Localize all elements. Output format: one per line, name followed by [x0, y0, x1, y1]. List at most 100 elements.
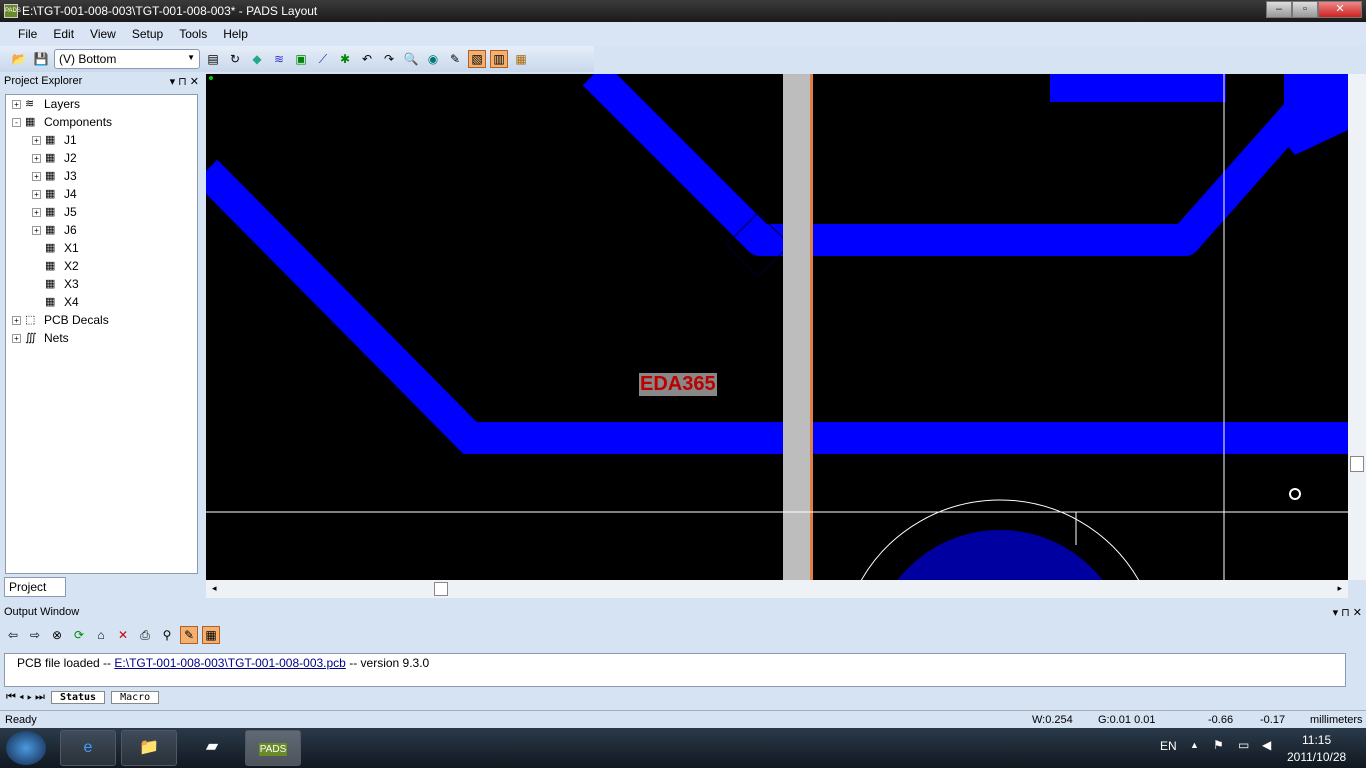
component-icon: ▦	[45, 188, 56, 200]
expand-toggle-icon[interactable]: +	[12, 315, 21, 325]
trace-icon[interactable]: ⟋	[314, 50, 332, 68]
layer-select[interactable]: (V) Bottom	[54, 49, 200, 69]
tree-item[interactable]: ▦ X4	[6, 293, 197, 311]
expand-toggle-icon[interactable]: +	[12, 333, 21, 343]
pcb-canvas[interactable]: EDA365	[206, 74, 1348, 580]
tab-status[interactable]: Status	[50, 691, 106, 704]
expand-toggle-icon[interactable]: +	[12, 99, 21, 109]
component-icon: ▦	[45, 206, 56, 218]
tree-item[interactable]: + ▦ J4	[6, 185, 197, 203]
tree-item[interactable]: + ▦ J1	[6, 131, 197, 149]
brush-icon[interactable]: ✎	[446, 50, 464, 68]
project-tab-label: Project	[9, 580, 47, 594]
tree-item-label: X1	[64, 241, 79, 255]
home-icon[interactable]: ⌂	[92, 626, 110, 644]
edit-icon[interactable]: ✎	[180, 626, 198, 644]
tree-item-label: J5	[64, 205, 77, 219]
undo-icon[interactable]: ↶	[358, 50, 376, 68]
tree-item[interactable]: + ▦ J3	[6, 167, 197, 185]
horizontal-scrollbar[interactable]: ◂ ▸	[206, 580, 1348, 598]
tree-item[interactable]: + ▦ J2	[6, 149, 197, 167]
folder-icon: ≋	[25, 98, 35, 110]
media-icon[interactable]: ▰	[184, 730, 240, 766]
project-explorer: Project Explorer ▾ ⊓ ✕ + ≋ Layers - ▦ Componen…	[0, 74, 203, 600]
menu-file[interactable]: File	[18, 27, 37, 41]
expand-toggle-icon[interactable]: +	[32, 153, 41, 163]
grid-icon[interactable]: ▦	[202, 626, 220, 644]
tree-item-label: J3	[64, 169, 77, 183]
delete-icon[interactable]: ✕	[114, 626, 132, 644]
stop-icon[interactable]: ⊗	[48, 626, 66, 644]
tree-item[interactable]: - ▦ Components	[6, 113, 197, 131]
menu-tools[interactable]: Tools	[179, 27, 207, 41]
taskbar: e 📁 ▰ PADS EN ▲ ⚑ ▭ ◀ 11:15 2011/10/28	[0, 728, 1366, 768]
route-icon[interactable]: ≋	[270, 50, 288, 68]
component-icon: ▦	[45, 224, 56, 236]
maximize-button[interactable]: ▫	[1292, 1, 1318, 18]
refresh-icon[interactable]: ↻	[226, 50, 244, 68]
tree-item[interactable]: + ∭ Nets	[6, 329, 197, 347]
network-icon[interactable]: ▭	[1238, 738, 1249, 752]
tree-item-label: J1	[64, 133, 77, 147]
zoom-icon[interactable]: 🔍	[402, 50, 420, 68]
pcb-drawing	[206, 74, 1348, 580]
panel-controls[interactable]: ▾ ⊓ ✕	[1333, 606, 1362, 619]
menu-view[interactable]: View	[90, 27, 116, 41]
menu-help[interactable]: Help	[223, 27, 248, 41]
tab-nav-icon[interactable]: ⏮ ◂ ▸ ⏭	[6, 691, 45, 704]
project-explorer-title: Project Explorer	[4, 75, 83, 87]
pads-taskbar-button[interactable]: PADS	[245, 730, 301, 766]
start-button[interactable]	[6, 731, 46, 765]
expand-toggle-icon[interactable]: +	[32, 189, 41, 199]
display-icon[interactable]: ◉	[424, 50, 442, 68]
tree-item[interactable]: + ⬚ PCB Decals	[6, 311, 197, 329]
minimize-button[interactable]: –	[1266, 1, 1292, 18]
language-indicator[interactable]: EN	[1160, 739, 1177, 753]
find-icon[interactable]: ⚲	[158, 626, 176, 644]
tree-item[interactable]: ▦ X2	[6, 257, 197, 275]
drafting-icon[interactable]: ▣	[292, 50, 310, 68]
save-icon[interactable]: 💾	[32, 50, 50, 68]
tab-project[interactable]: Project	[4, 577, 66, 597]
tree-item[interactable]: + ▦ J6	[6, 221, 197, 239]
pads-router-icon[interactable]: ▦	[512, 50, 530, 68]
volume-icon[interactable]: ◀	[1262, 738, 1271, 752]
redo-icon[interactable]: ↷	[380, 50, 398, 68]
tree-item[interactable]: ▦ X1	[6, 239, 197, 257]
output-window-toggle-icon[interactable]: ▥	[490, 50, 508, 68]
expand-toggle-icon[interactable]: +	[32, 225, 41, 235]
tree-item[interactable]: + ▦ J5	[6, 203, 197, 221]
pcb-file-link[interactable]: E:\TGT-001-008-003\TGT-001-008-003.pcb	[114, 656, 345, 670]
title-bar: PADS E:\TGT-001-008-003\TGT-001-008-003*…	[0, 0, 1366, 22]
tree-item[interactable]: + ≋ Layers	[6, 95, 197, 113]
component-icon[interactable]: ✱	[336, 50, 354, 68]
trace	[1050, 74, 1226, 102]
open-icon[interactable]: 📂	[10, 50, 28, 68]
trace	[206, 159, 783, 454]
vertical-scrollbar[interactable]	[1348, 74, 1366, 580]
expand-toggle-icon[interactable]: +	[32, 135, 41, 145]
expand-toggle-icon[interactable]: -	[12, 117, 21, 127]
flag-icon[interactable]: ⚑	[1213, 738, 1224, 752]
clock-date[interactable]: 2011/10/28	[1287, 750, 1346, 764]
panel-controls[interactable]: ▾ ⊓ ✕	[170, 75, 199, 89]
refresh-icon[interactable]: ⟳	[70, 626, 88, 644]
tab-macro[interactable]: Macro	[111, 691, 160, 704]
forward-icon[interactable]: ⇨	[26, 626, 44, 644]
ie-icon[interactable]: e	[60, 730, 116, 766]
design-toolbar-icon[interactable]: ◆	[248, 50, 266, 68]
project-explorer-toggle-icon[interactable]: ▧	[468, 50, 486, 68]
expand-toggle-icon[interactable]: +	[32, 171, 41, 181]
menu-setup[interactable]: Setup	[132, 27, 163, 41]
tray-expand-icon[interactable]: ▲	[1190, 740, 1199, 750]
status-x: -0.66	[1208, 714, 1234, 726]
tree-item[interactable]: ▦ X3	[6, 275, 197, 293]
print-icon[interactable]: ⎙	[136, 626, 154, 644]
back-icon[interactable]: ⇦	[4, 626, 22, 644]
close-button[interactable]: ✕	[1318, 1, 1362, 18]
expand-toggle-icon[interactable]: +	[32, 207, 41, 217]
explorer-icon[interactable]: 📁	[121, 730, 177, 766]
clock-time[interactable]: 11:15	[1302, 733, 1331, 747]
properties-icon[interactable]: ▤	[204, 50, 222, 68]
menu-edit[interactable]: Edit	[53, 27, 74, 41]
